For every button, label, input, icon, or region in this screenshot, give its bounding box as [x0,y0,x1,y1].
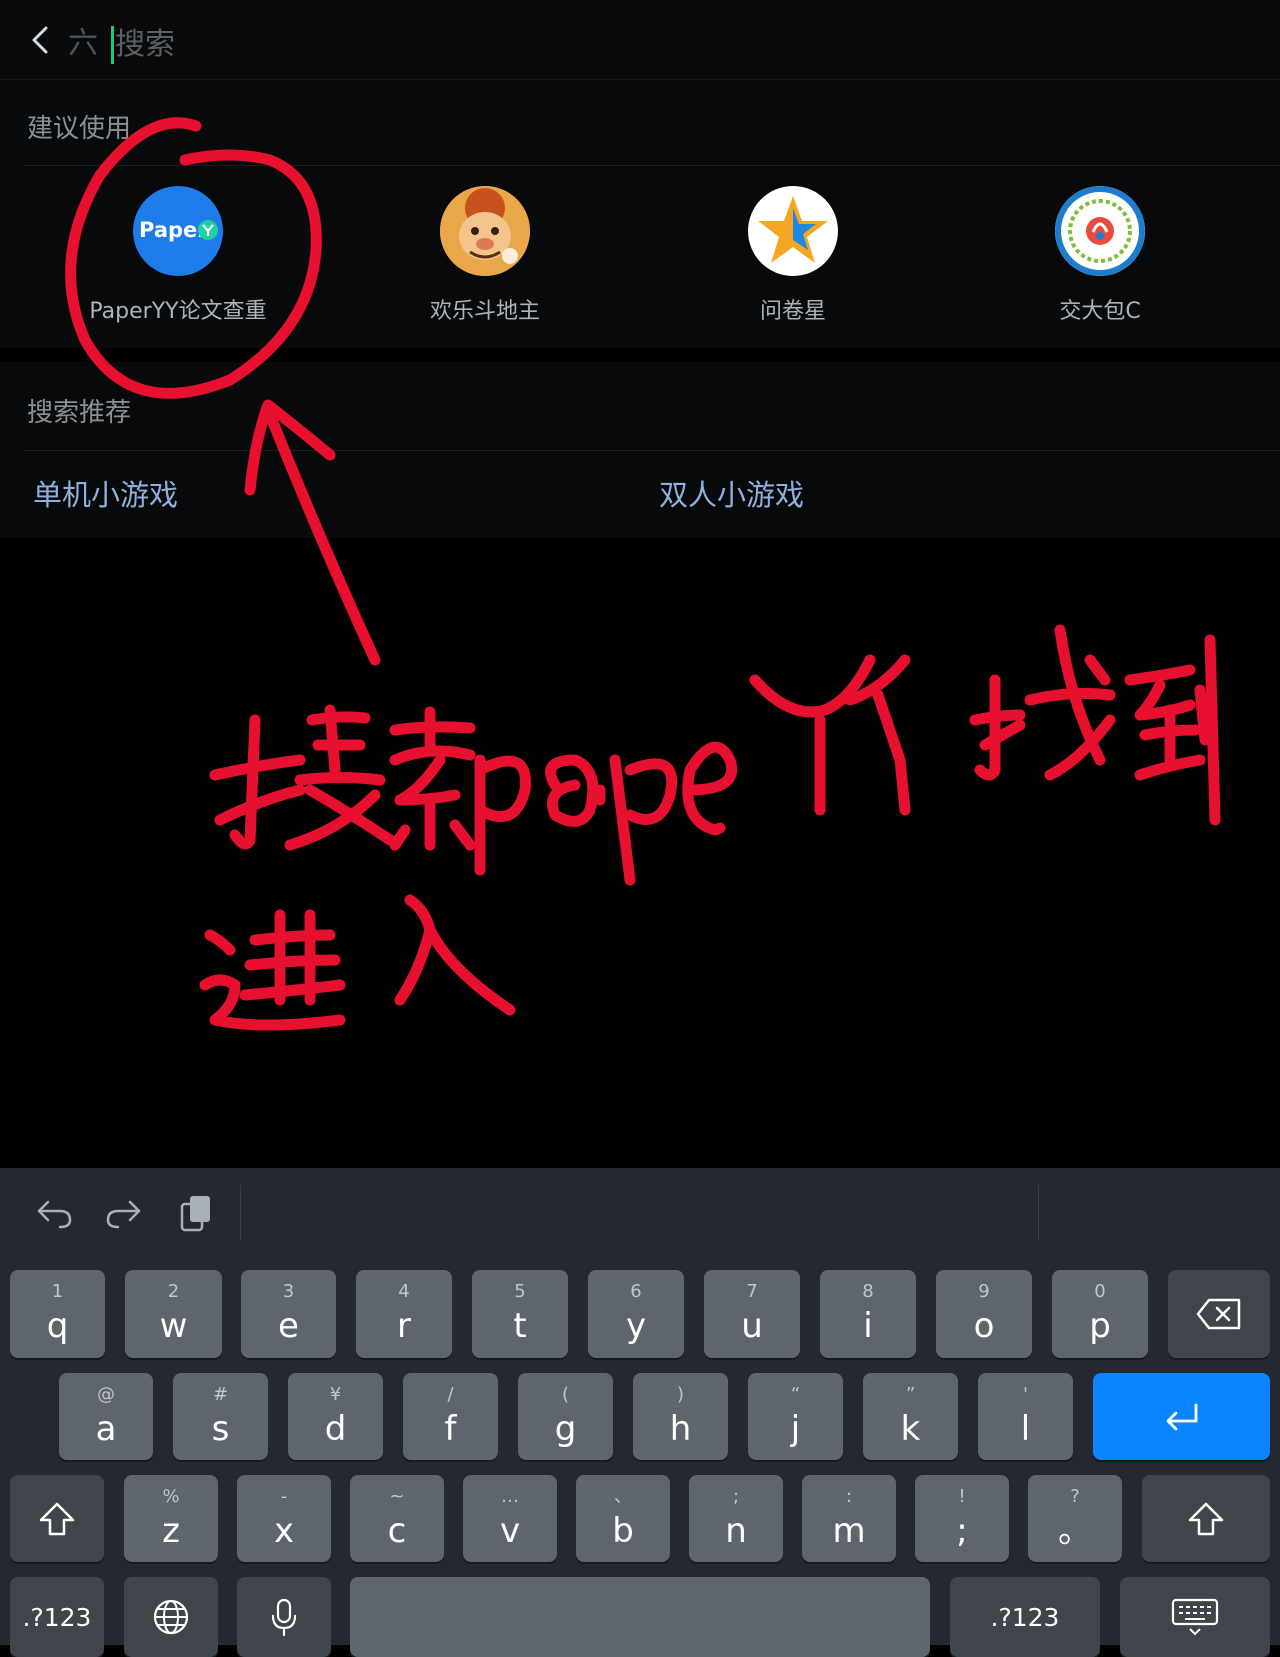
annotation-text-glyph [474,741,737,886]
key-z[interactable]: % z [124,1475,218,1562]
search-input[interactable] [115,22,1015,66]
app-wenjuanxing[interactable]: 问卷星 [663,182,923,324]
clipboard-icon [180,1196,210,1232]
enter-key[interactable] [1093,1373,1270,1460]
globe-icon [153,1599,189,1635]
shift-icon [1188,1502,1224,1535]
toolbar-divider [240,1185,241,1241]
microphone-key[interactable] [237,1577,331,1657]
microphone-icon [271,1598,297,1637]
key-x[interactable]: -x [237,1475,331,1562]
cartoon-character-icon [440,186,530,276]
shift-key-left[interactable] [10,1475,104,1562]
annotation-text-glyph [209,704,396,851]
key-c[interactable]: ~ c [350,1475,444,1562]
svg-text:Paper: Paper [139,218,208,242]
annotation-text-glyph [969,624,1116,781]
star-icon [748,186,838,276]
key-b[interactable]: 、 b [576,1475,670,1562]
key-u[interactable]: 7u [704,1270,800,1358]
key-l[interactable]: ' l [978,1373,1073,1460]
app-label: 交大包C [1059,299,1141,324]
key-q[interactable]: 1q [10,1270,105,1358]
symbols-key-right[interactable]: .?123 [950,1577,1100,1657]
annotation-text-glyph [389,706,476,851]
key-o[interactable]: 9o [936,1270,1032,1358]
hide-keyboard-key[interactable] [1120,1577,1270,1657]
suggested-title: 建议使用 [27,114,132,144]
backspace-icon [1196,1298,1241,1330]
annotation-text-glyph [1124,634,1221,826]
key-exclaim[interactable]: !; [915,1475,1009,1562]
app-jiaoda-baoc[interactable]: 交大包C [970,182,1230,324]
key-f[interactable]: / f [403,1373,498,1460]
clipboard-button[interactable] [172,1190,220,1236]
key-v[interactable]: … v [463,1475,557,1562]
divider [24,165,1280,166]
paperyy-icon: Paper [133,186,223,276]
key-g[interactable]: (g [518,1373,613,1460]
undo-icon [37,1200,72,1229]
key-i[interactable]: 8i [820,1270,916,1358]
app-huanle-doudizhu[interactable]: 欢乐斗地主 [355,182,615,324]
space-key[interactable] [350,1577,930,1657]
back-button[interactable] [20,18,64,62]
key-a[interactable]: @ a [59,1373,153,1460]
annotation-text-glyph [394,894,516,1016]
shift-icon [39,1502,75,1535]
globe-key[interactable] [124,1577,218,1657]
voice-search-icon[interactable]: 六 [68,26,98,62]
key-n[interactable]: ; n [689,1475,783,1562]
key-t[interactable]: 5t [472,1270,568,1358]
annotation-text-glyph [199,909,346,1031]
key-r[interactable]: 4r [356,1270,452,1358]
redo-button[interactable] [100,1190,148,1236]
toolbar-divider [1038,1185,1039,1241]
key-m[interactable]: :m [802,1475,896,1562]
key-j[interactable]: “j [748,1373,843,1460]
key-p[interactable]: 0p [1052,1270,1148,1358]
key-s[interactable]: # s [173,1373,268,1460]
app-label: PaperYY论文查重 [89,299,267,324]
undo-button[interactable] [30,1190,78,1236]
app-label: 问卷星 [759,299,826,324]
annotation-text-glyph [749,654,911,816]
recommend-item[interactable]: 双人小游戏 [659,472,804,514]
chevron-left-icon [32,26,48,54]
key-h[interactable]: ) h [633,1373,728,1460]
app-paperyy[interactable]: Paper PaperYY论文查重 [48,182,308,324]
key-y[interactable]: 6y [588,1270,684,1358]
backspace-key[interactable] [1168,1270,1270,1358]
app-label: 欢乐斗地主 [429,299,540,324]
divider [24,450,1280,451]
shift-key-right[interactable] [1142,1475,1270,1562]
keyboard-dismiss-icon [1171,1598,1219,1636]
key-question[interactable]: ?。 [1028,1475,1122,1562]
enter-icon [1166,1403,1197,1430]
key-k[interactable]: ” k [863,1373,958,1460]
school-emblem-icon [1055,186,1145,276]
key-w[interactable]: 2w [125,1270,222,1358]
recommend-title: 搜索推荐 [27,398,132,428]
recommend-item[interactable]: 单机小游戏 [33,472,178,514]
redo-icon [106,1200,141,1229]
symbols-key[interactable]: .?123 [10,1577,104,1657]
key-e[interactable]: 3e [241,1270,336,1358]
key-d[interactable]: ¥ d [288,1373,383,1460]
text-cursor [111,26,114,64]
